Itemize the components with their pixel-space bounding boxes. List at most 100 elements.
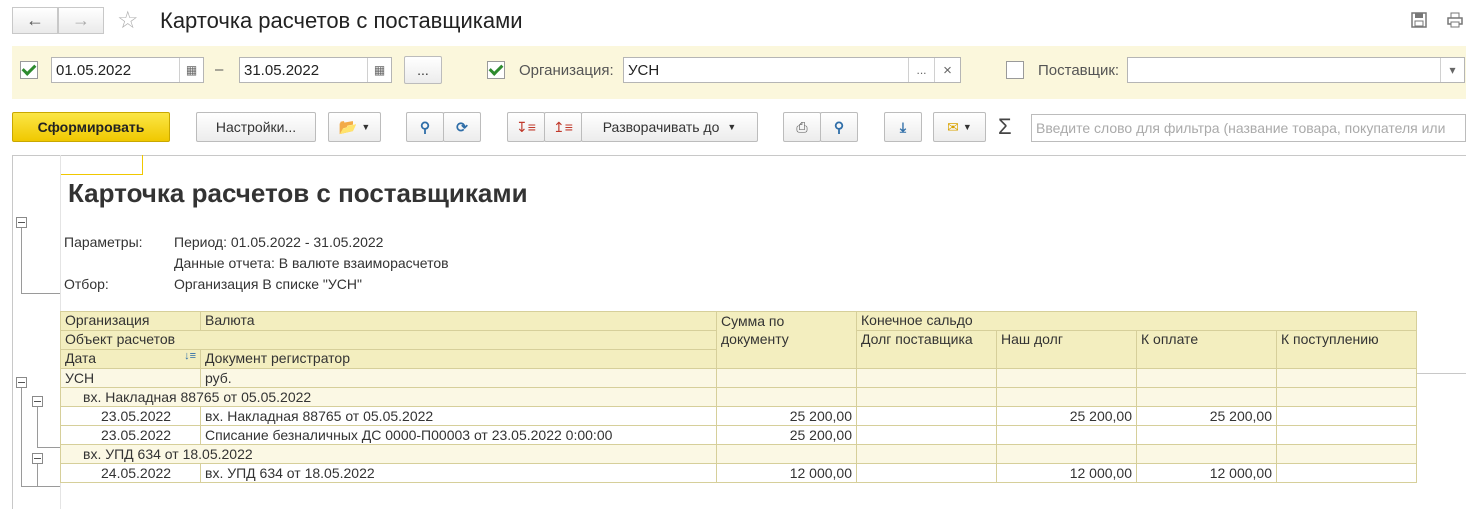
period-checkbox[interactable] <box>20 61 38 79</box>
chevron-down-icon: ▼ <box>361 122 371 132</box>
header-organization: Организация <box>60 311 201 331</box>
row-cell <box>856 444 997 464</box>
tree-line <box>21 293 60 294</box>
sort-icon[interactable]: ↓≡ <box>184 350 196 362</box>
print-button[interactable]: ⎙ <box>783 112 821 142</box>
row-cell: Списание безналичных ДС 0000-П00003 от 2… <box>200 425 717 445</box>
search-input[interactable]: Введите слово для фильтра (название това… <box>1031 114 1466 142</box>
calendar-icon[interactable]: ▦ <box>179 58 203 82</box>
row-cell <box>1136 425 1277 445</box>
row-cell: 25 200,00 <box>716 425 857 445</box>
row-cell: вх. Накладная 88765 от 05.05.2022 <box>60 387 717 407</box>
row-cell <box>1276 444 1417 464</box>
row-cell <box>1276 406 1417 426</box>
generate-button[interactable]: Сформировать <box>12 112 170 142</box>
chevron-down-icon[interactable]: ▾ <box>1440 58 1464 82</box>
tree-line <box>37 407 38 447</box>
arrow-left-icon: ← <box>26 10 44 30</box>
printer-icon: ⎙ <box>796 118 808 135</box>
preview-button[interactable]: ⚲ <box>820 112 858 142</box>
tree-line <box>37 486 60 487</box>
date-to-value: 31.05.2022 <box>244 61 320 79</box>
organization-value: УСН <box>628 61 660 79</box>
date-separator: – <box>215 61 224 78</box>
collapse-group-toggle[interactable] <box>32 396 43 407</box>
close-icon[interactable]: × <box>934 58 960 82</box>
organization-select-button[interactable]: ... <box>908 58 934 82</box>
header-date[interactable]: Дата ↓≡ <box>60 349 201 369</box>
search-button[interactable]: ⚲ <box>406 112 444 142</box>
row-cell: 25 200,00 <box>1136 406 1277 426</box>
row-cell <box>716 387 857 407</box>
search-icon: ⚲ <box>419 118 431 135</box>
row-cell <box>1136 368 1277 388</box>
row-cell <box>856 406 997 426</box>
chevron-down-icon: ▼ <box>962 122 972 132</box>
expand-rows-icon: ↧≡ <box>516 118 536 135</box>
back-button[interactable]: ← <box>12 7 58 34</box>
cell-cursor <box>60 155 143 175</box>
table-row[interactable]: вх. УПД 634 от 18.05.2022 <box>60 444 1417 464</box>
expand-all-button[interactable]: ↧≡ <box>507 112 545 142</box>
supplier-field[interactable]: ▾ <box>1127 57 1465 83</box>
report-table[interactable]: Организация Валюта Сумма по документу Ко… <box>60 311 1417 483</box>
collapse-all-button[interactable]: ↥≡ <box>544 112 582 142</box>
tree-line <box>21 228 22 293</box>
tree-line <box>37 447 60 448</box>
sum-icon[interactable]: Σ <box>998 114 1012 140</box>
calendar-icon[interactable]: ▦ <box>367 58 391 82</box>
row-cell: 12 000,00 <box>1136 463 1277 483</box>
period-line: Период: 01.05.2022 - 31.05.2022 <box>174 234 384 250</box>
organization-field[interactable]: УСН ... × <box>623 57 961 83</box>
row-cell <box>1276 368 1417 388</box>
tree-line <box>21 388 22 486</box>
table-row[interactable]: 23.05.2022 вх. Накладная 88765 от 05.05.… <box>60 406 1417 426</box>
forward-button[interactable]: → <box>58 7 104 34</box>
report-title: Карточка расчетов с поставщиками <box>68 178 528 208</box>
save-file-button[interactable]: ⤓ <box>884 112 922 142</box>
collapse-header-toggle[interactable] <box>16 217 27 228</box>
period-select-button[interactable]: ... <box>404 56 442 84</box>
variant-button[interactable]: 📂 ▼ <box>328 112 381 142</box>
search-next-button[interactable]: ⟳ <box>443 112 481 142</box>
row-cell: 12 000,00 <box>716 463 857 483</box>
row-cell: 24.05.2022 <box>60 463 201 483</box>
print-icon[interactable] <box>1445 10 1465 30</box>
filter-line: Организация В списке "УСН" <box>174 276 362 292</box>
row-cell: УСН <box>60 368 201 388</box>
collapse-group-toggle[interactable] <box>32 453 43 464</box>
chevron-down-icon: ▼ <box>727 122 737 132</box>
header-currency: Валюта <box>200 311 717 331</box>
table-row[interactable]: УСН руб. <box>60 368 1417 388</box>
date-from-value: 01.05.2022 <box>56 61 132 79</box>
row-cell: вх. Накладная 88765 от 05.05.2022 <box>200 406 717 426</box>
send-email-button[interactable]: ✉ ▼ <box>933 112 986 142</box>
title-bar: ← → ☆ Карточка расчетов с поставщиками <box>0 0 1466 44</box>
row-cell: 12 000,00 <box>996 463 1137 483</box>
row-cell <box>1136 444 1277 464</box>
expand-to-dropdown[interactable]: Разворачивать до ▼ <box>581 112 758 142</box>
table-row[interactable]: вх. Накладная 88765 от 05.05.2022 <box>60 387 1417 407</box>
search-next-icon: ⟳ <box>456 118 468 135</box>
row-cell <box>1276 425 1417 445</box>
organization-checkbox[interactable] <box>487 61 505 79</box>
save-icon[interactable] <box>1409 10 1429 30</box>
data-line: Данные отчета: В валюте взаиморасчетов <box>174 255 449 271</box>
collapse-group-toggle[interactable] <box>16 377 27 388</box>
row-cell <box>1276 463 1417 483</box>
supplier-checkbox[interactable] <box>1006 61 1024 79</box>
star-icon[interactable]: ☆ <box>117 6 139 35</box>
row-cell: 25 200,00 <box>996 406 1137 426</box>
table-row[interactable]: 24.05.2022 вх. УПД 634 от 18.05.2022 12 … <box>60 463 1417 483</box>
row-cell <box>996 444 1137 464</box>
date-from-field[interactable]: 01.05.2022 ▦ <box>51 57 204 83</box>
table-row[interactable]: 23.05.2022 Списание безналичных ДС 0000-… <box>60 425 1417 445</box>
row-cell: 25 200,00 <box>716 406 857 426</box>
settings-button[interactable]: Настройки... <box>196 112 316 142</box>
header-amount: Сумма по документу <box>716 311 857 369</box>
row-cell <box>856 463 997 483</box>
window-title: Карточка расчетов с поставщиками <box>160 8 523 33</box>
date-to-field[interactable]: 31.05.2022 ▦ <box>239 57 392 83</box>
collapse-rows-icon: ↥≡ <box>553 118 573 135</box>
header-supplier-debt: Долг поставщика <box>856 330 997 369</box>
